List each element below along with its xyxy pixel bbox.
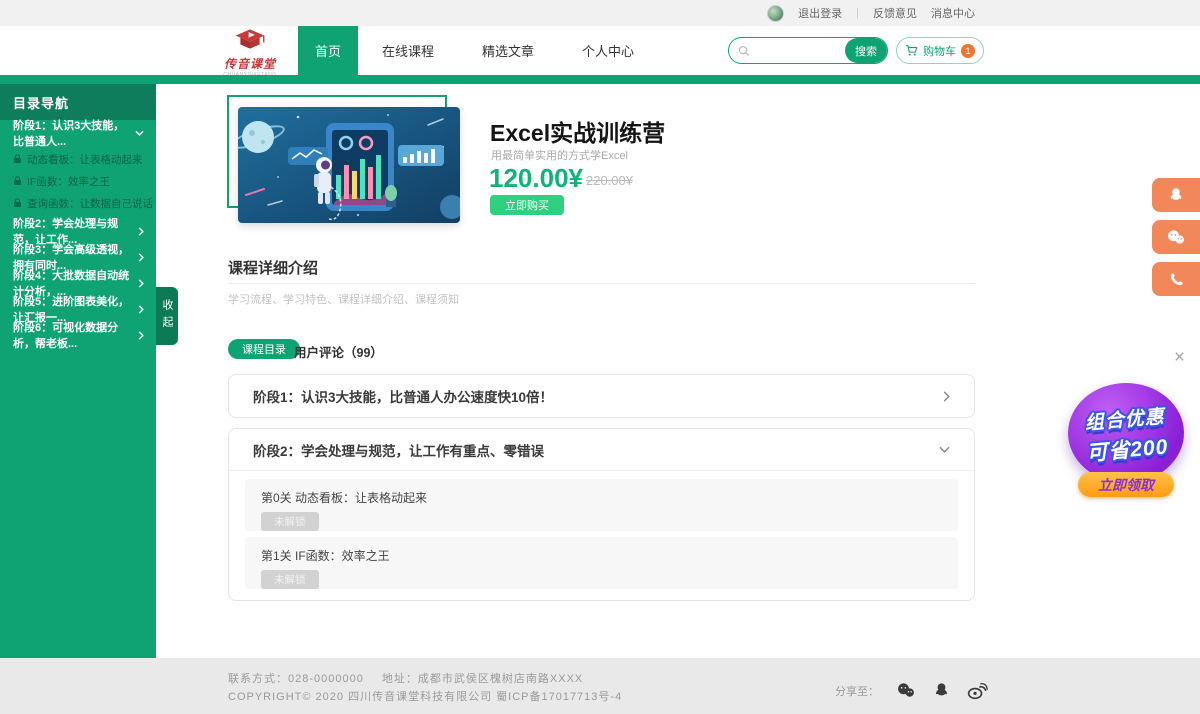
- page: 退出登录 | 反馈意见 消息中心 传音课堂 CHUANYINKETANG 首页 …: [0, 0, 1200, 714]
- accordion-stage-2: 阶段2：学会处理与规范，让工作有重点、零错误 第0关 动态看板：让表格动起来 未…: [228, 428, 975, 601]
- cart-count-badge: 1: [961, 44, 975, 58]
- locked-badge: 未解锁: [261, 512, 319, 531]
- search-icon: [738, 45, 750, 57]
- search-input[interactable]: [755, 45, 845, 57]
- qq-icon: [933, 681, 950, 700]
- share-qq-button[interactable]: [933, 681, 950, 700]
- chevron-right-icon: [943, 391, 950, 402]
- catalog-sidebar: 目录导航 阶段1：认识3大技能，比普通人... 动态看板：让表格动起来 IF: [0, 75, 156, 658]
- sidebar-title: 目录导航: [0, 84, 156, 120]
- lesson-row[interactable]: 第0关 动态看板：让表格动起来 未解锁: [245, 479, 958, 531]
- course-cover-illustration: [238, 107, 460, 223]
- topbar-divider: |: [856, 7, 859, 19]
- nav-item-profile[interactable]: 个人中心: [558, 26, 658, 75]
- chevron-right-icon: [138, 305, 144, 314]
- course-original-price: 220.00¥: [586, 173, 633, 188]
- phone-contact-button[interactable]: [1152, 262, 1200, 296]
- chevron-down-icon: [135, 130, 144, 136]
- tab-course-catalog[interactable]: 课程目录: [228, 339, 300, 359]
- qq-contact-button[interactable]: [1152, 178, 1200, 212]
- accordion-stage-1: 阶段1：认识3大技能，比普通人办公速度快10倍！: [228, 374, 975, 418]
- tab-user-comments[interactable]: 用户评论（99）: [294, 342, 383, 361]
- lesson-title: 第0关 动态看板：让表格动起来: [261, 489, 942, 506]
- locked-badge: 未解锁: [261, 570, 319, 589]
- chevron-right-icon: [138, 253, 144, 262]
- brand-logo[interactable]: 传音课堂 CHUANYINKETANG: [210, 28, 290, 78]
- lesson-row[interactable]: 第1关 IF函数：效率之王 未解锁: [245, 537, 958, 589]
- sidebar-lesson-item[interactable]: 动态看板：让表格动起来: [0, 148, 156, 170]
- brand-logo-icon: [233, 28, 267, 50]
- promo-badge[interactable]: 组合优惠 可省200: [1068, 383, 1184, 483]
- nav-item-home[interactable]: 首页: [298, 26, 358, 75]
- phone-icon: [1168, 271, 1185, 288]
- search-box: 搜索: [728, 37, 888, 64]
- accent-strip: [0, 75, 1200, 84]
- accordion-stage-2-header[interactable]: 阶段2：学会处理与规范，让工作有重点、零错误: [229, 429, 974, 471]
- feedback-link[interactable]: 反馈意见: [873, 5, 917, 21]
- nav-item-articles[interactable]: 精选文章: [458, 26, 558, 75]
- navbar: 传音课堂 CHUANYINKETANG 首页 在线课程 精选文章 个人中心 搜索: [0, 26, 1200, 75]
- footer-copyright: COPYRIGHT© 2020 四川传音课堂科技有限公司 蜀ICP备170177…: [228, 688, 622, 704]
- sidebar-stage-1-children: 动态看板：让表格动起来 IF函数：效率之王 查询函数：让数据自己说话: [0, 148, 156, 214]
- weibo-icon: [967, 682, 988, 700]
- footer-address: 地址：成都市武侯区槐树店南路XXXX: [382, 673, 583, 685]
- chevron-right-icon: [138, 331, 144, 340]
- sidebar-collapse-button[interactable]: 收起: [156, 287, 178, 345]
- lock-icon: [13, 176, 22, 186]
- course-subtitle: 用最简单实用的方式学Excel: [491, 147, 628, 163]
- nav-item-courses[interactable]: 在线课程: [358, 26, 458, 75]
- detail-section-title: 课程详细介绍: [228, 257, 318, 278]
- messages-link[interactable]: 消息中心: [931, 5, 975, 21]
- footer-contact: 联系方式：028-0000000: [228, 673, 364, 685]
- detail-summary: 学习流程、学习特色、课程详细介绍、课程须知: [228, 291, 459, 307]
- lock-icon: [13, 198, 22, 208]
- sidebar-stage-1[interactable]: 阶段1：认识3大技能，比普通人...: [0, 120, 156, 146]
- user-avatar[interactable]: [767, 5, 784, 22]
- wechat-icon: [896, 682, 916, 699]
- lesson-title: 第1关 IF函数：效率之王: [261, 547, 942, 564]
- footer: 联系方式：028-0000000 地址：成都市武侯区槐树店南路XXXX COPY…: [0, 658, 1200, 714]
- logout-link[interactable]: 退出登录: [798, 5, 842, 21]
- promo-close-icon[interactable]: ×: [1174, 348, 1185, 367]
- chevron-down-icon: [939, 446, 950, 453]
- chevron-right-icon: [138, 279, 144, 288]
- section-divider: [228, 283, 975, 284]
- sidebar-lesson-item[interactable]: 查询函数：让数据自己说话: [0, 192, 156, 214]
- cart-icon: [905, 44, 918, 57]
- share-wechat-button[interactable]: [896, 682, 916, 699]
- promo-claim-button[interactable]: 立即领取: [1078, 472, 1174, 497]
- qq-icon: [1167, 186, 1185, 204]
- sidebar-lesson-item[interactable]: IF函数：效率之王: [0, 170, 156, 192]
- lock-icon: [13, 154, 22, 164]
- share-weibo-button[interactable]: [967, 682, 988, 700]
- cart-label: 购物车: [923, 43, 956, 59]
- buy-now-button[interactable]: 立即购买: [490, 195, 564, 215]
- wechat-contact-button[interactable]: [1152, 220, 1200, 254]
- chevron-right-icon: [138, 227, 144, 236]
- main-nav: 首页 在线课程 精选文章 个人中心: [298, 26, 658, 75]
- sidebar-stage-6[interactable]: 阶段6：可视化数据分析，帮老板...: [0, 322, 156, 348]
- cart-button[interactable]: 购物车 1: [896, 37, 984, 64]
- brand-name: 传音课堂: [210, 55, 290, 72]
- course-title: Excel实战训练营: [490, 114, 665, 148]
- share-label: 分享至：: [835, 683, 879, 699]
- search-button[interactable]: 搜索: [845, 38, 887, 63]
- topbar: 退出登录 | 反馈意见 消息中心: [0, 0, 1200, 26]
- course-cover[interactable]: [238, 107, 460, 223]
- course-price: 120.00¥: [489, 163, 583, 194]
- accordion-stage-1-header[interactable]: 阶段1：认识3大技能，比普通人办公速度快10倍！: [229, 375, 974, 417]
- wechat-icon: [1166, 229, 1186, 246]
